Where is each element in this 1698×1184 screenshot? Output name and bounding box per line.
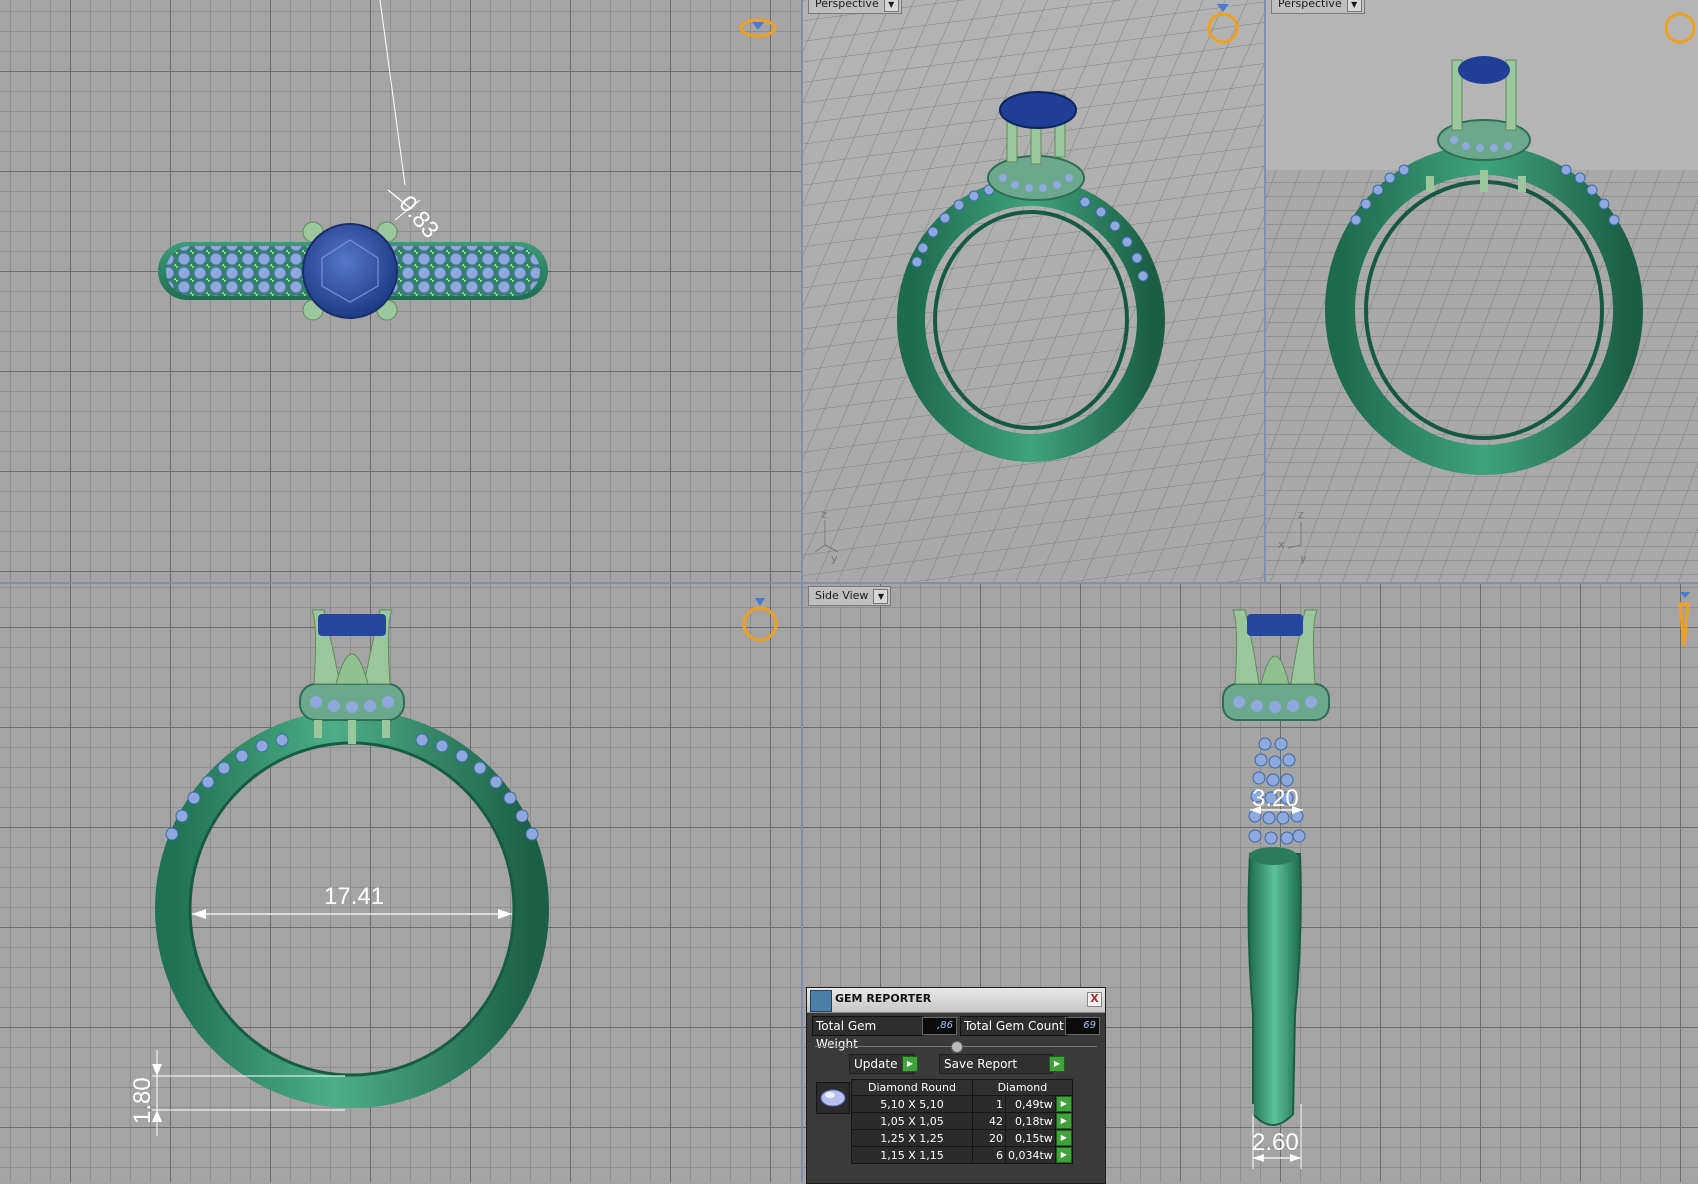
total-count-value: 69	[1065, 1017, 1100, 1035]
dim-prong: 0.83	[393, 191, 444, 244]
viewport-divider-vertical-2[interactable]	[1264, 0, 1266, 582]
collapse-toggle-icon[interactable]	[951, 1041, 963, 1053]
save-report-label: Save Report	[944, 1057, 1018, 1071]
gem-reporter-panel: GEM REPORTER X Total Gem Weight ,86 Tota…	[806, 987, 1106, 1184]
gem-size: 1,15 X 1,15	[851, 1146, 973, 1164]
table-row: 1,05 X 1,05 42 0,18tw ▶	[851, 1112, 1073, 1130]
side-view-label[interactable]: Side View ▼	[808, 586, 892, 606]
row-go-icon[interactable]: ▶	[1054, 1112, 1073, 1130]
gem-reporter-titlebar[interactable]: GEM REPORTER X	[807, 988, 1105, 1013]
svg-text:y: y	[1300, 552, 1307, 565]
gem-weight: 0,15tw	[1005, 1129, 1056, 1147]
stone-p1	[999, 91, 1077, 129]
front-view-canvas: 17.41 1.80	[129, 598, 778, 1136]
svg-text:z: z	[1298, 508, 1304, 521]
diamond-round-icon	[816, 1082, 850, 1114]
stone-p2	[1458, 56, 1510, 84]
gem-size: 1,25 X 1,25	[851, 1129, 973, 1147]
save-report-button[interactable]: Save Report	[939, 1054, 1053, 1074]
chevron-down-icon[interactable]: ▼	[873, 589, 889, 604]
gem-reporter-title: GEM REPORTER	[835, 992, 932, 1005]
gem-table: Diamond Round Diamond 5,10 X 5,10 1 0,49…	[851, 1079, 1073, 1164]
table-row: 1,15 X 1,15 6 0,034tw ▶	[851, 1146, 1073, 1164]
viewport-divider-vertical[interactable]	[801, 0, 803, 1182]
gem-count: 6	[972, 1146, 1006, 1164]
persp1-canvas: z y	[803, 0, 1264, 582]
center-stone-top	[302, 223, 398, 319]
total-count-label: Total Gem Count	[960, 1016, 1068, 1036]
top-view-canvas: 0.83	[158, 0, 777, 321]
gem-weight: 0,18tw	[1005, 1112, 1056, 1130]
persp1-label[interactable]: Perspective ▼	[808, 0, 902, 14]
svg-text:x: x	[1278, 538, 1285, 551]
band-side	[1247, 853, 1302, 1126]
persp2-canvas: z x y	[1266, 0, 1698, 582]
stone-front	[318, 614, 386, 636]
dim-band-thickness: 1.80	[129, 1077, 156, 1124]
gem-weight: 0,49tw	[1005, 1095, 1056, 1113]
close-icon[interactable]: X	[1087, 992, 1102, 1007]
persp2-label[interactable]: Perspective ▼	[1271, 0, 1365, 14]
gem-reporter-logo-icon	[810, 990, 832, 1012]
row-go-icon[interactable]: ▶	[1054, 1095, 1073, 1113]
perspective-viewport-2[interactable]: z x y Perspective ▼	[1266, 0, 1698, 582]
total-weight-label: Total Gem Weight	[812, 1016, 924, 1051]
update-go-icon[interactable]: ▶	[902, 1056, 918, 1072]
gem-count: 1	[972, 1095, 1006, 1113]
svg-text:z: z	[821, 508, 827, 521]
row-go-icon[interactable]: ▶	[1054, 1129, 1073, 1147]
perspective-viewport-1[interactable]: z y Perspective ▼	[803, 0, 1264, 582]
gem-size: 1,05 X 1,05	[851, 1112, 973, 1130]
row-go-icon[interactable]: ▶	[1054, 1146, 1073, 1164]
stone-side	[1247, 614, 1303, 636]
gem-size: 5,10 X 5,10	[851, 1095, 973, 1113]
chevron-down-icon[interactable]: ▼	[883, 0, 899, 12]
front-viewport[interactable]: 17.41 1.80	[0, 584, 801, 1182]
table-row: 1,25 X 1,25 20 0,15tw ▶	[851, 1129, 1073, 1147]
gem-count: 42	[972, 1112, 1006, 1130]
chevron-down-icon[interactable]: ▼	[1346, 0, 1362, 12]
dim-bottom-width: 2.60	[1252, 1129, 1299, 1156]
svg-text:y: y	[831, 552, 838, 565]
total-weight-value: ,86	[922, 1017, 957, 1035]
gem-count: 20	[972, 1129, 1006, 1147]
dim-top-width: 3.20	[1252, 785, 1299, 812]
update-label: Update	[854, 1057, 898, 1071]
col-header-type: Diamond Round	[851, 1079, 973, 1096]
save-go-icon[interactable]: ▶	[1049, 1056, 1065, 1072]
viewport-divider-horizontal[interactable]	[0, 582, 1698, 584]
top-viewport[interactable]: 0.83	[0, 0, 801, 582]
table-row: 5,10 X 5,10 1 0,49tw ▶	[851, 1095, 1073, 1113]
col-header-material: Diamond	[972, 1079, 1073, 1096]
gem-weight: 0,034tw	[1005, 1146, 1056, 1164]
dim-inner-diameter: 17.41	[324, 883, 384, 910]
